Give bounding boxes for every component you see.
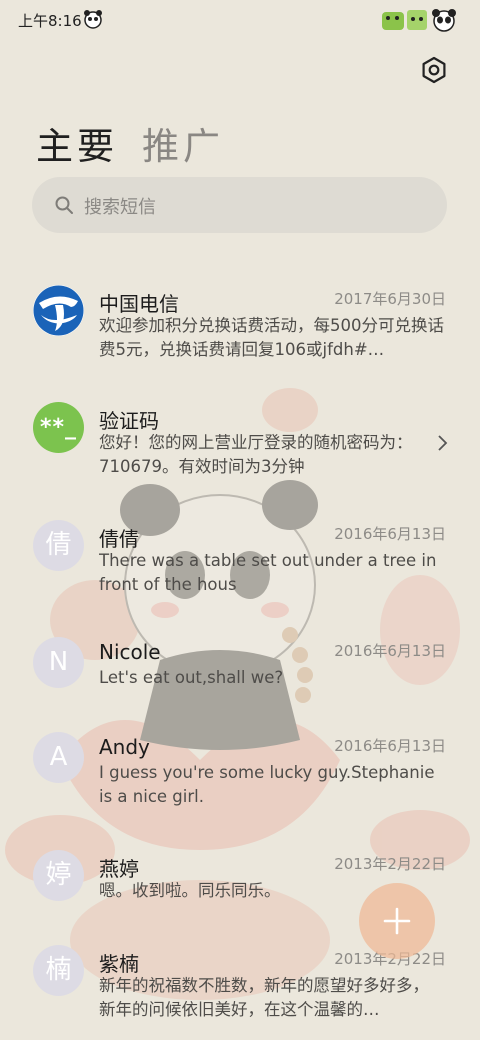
- search-bar[interactable]: 搜索短信: [32, 177, 447, 233]
- panda-stickers-icon: [382, 9, 456, 32]
- conversation-date: 2017年6月30日: [334, 290, 446, 308]
- conversation-name: 倩倩: [99, 527, 139, 551]
- conversation-name: 燕婷: [99, 857, 139, 881]
- conversation-item[interactable]: 倩 倩倩 2016年6月13日 There was a table set ou…: [0, 507, 480, 617]
- conversation-name: 中国电信: [99, 292, 179, 316]
- avatar: N: [33, 637, 84, 688]
- conversation-item[interactable]: **_ 验证码 您好！您的网上营业厅登录的随机密码为：710679。有效时间为3…: [0, 389, 480, 499]
- status-time: 上午8:16: [18, 12, 82, 30]
- conversation-item[interactable]: 中国电信 2017年6月30日 欢迎参加积分兑换话费活动，每500分可兑换话费5…: [0, 272, 480, 382]
- conversation-name: 验证码: [99, 409, 159, 433]
- settings-gear-icon[interactable]: [420, 56, 448, 84]
- conversation-item[interactable]: A Andy 2016年6月13日 I guess you're some lu…: [0, 719, 480, 829]
- conversation-preview: 您好！您的网上营业厅登录的随机密码为：710679。有效时间为3分钟: [99, 433, 413, 476]
- avatar: 婷: [33, 850, 84, 901]
- conversation-name: 紫楠: [99, 952, 139, 976]
- conversation-date: 2013年2月22日: [334, 855, 446, 873]
- chevron-right-icon[interactable]: [436, 434, 448, 452]
- china-telecom-logo-icon: [33, 285, 84, 336]
- search-icon: [55, 196, 73, 214]
- plus-icon: [383, 907, 411, 935]
- avatar: 楠: [33, 945, 84, 996]
- status-bar: 上午8:16: [0, 0, 480, 40]
- conversation-preview: There was a table set out under a tree i…: [99, 551, 437, 594]
- compose-button[interactable]: [359, 883, 435, 959]
- panda-status-icon: [84, 10, 102, 29]
- conversation-name: Nicole: [99, 640, 161, 664]
- conversation-item[interactable]: N Nicole 2016年6月13日 Let's eat out,shall …: [0, 624, 480, 714]
- conversation-preview: 欢迎参加积分兑换话费活动，每500分可兑换话费5元，兑换话费请回复106或jfd…: [99, 316, 444, 359]
- conversation-date: 2016年6月13日: [334, 737, 446, 755]
- conversation-date: 2016年6月13日: [334, 642, 446, 660]
- conversation-preview: I guess you're some lucky guy.Stephanie …: [99, 763, 435, 806]
- avatar: 倩: [33, 520, 84, 571]
- search-placeholder: 搜索短信: [84, 197, 156, 218]
- conversation-preview: 新年的祝福数不胜数，新年的愿望好多好多，新年的问候依旧美好，在这个温馨的…: [99, 976, 429, 1019]
- avatar: A: [33, 732, 84, 783]
- message-tabs: 主要 推广: [36, 116, 224, 170]
- tab-promotions[interactable]: 推广: [142, 116, 224, 170]
- tab-primary[interactable]: 主要: [36, 116, 118, 170]
- conversation-date: 2016年6月13日: [334, 525, 446, 543]
- conversation-preview: Let's eat out,shall we?: [99, 668, 284, 687]
- avatar: **_: [33, 402, 84, 453]
- conversation-name: Andy: [99, 735, 150, 759]
